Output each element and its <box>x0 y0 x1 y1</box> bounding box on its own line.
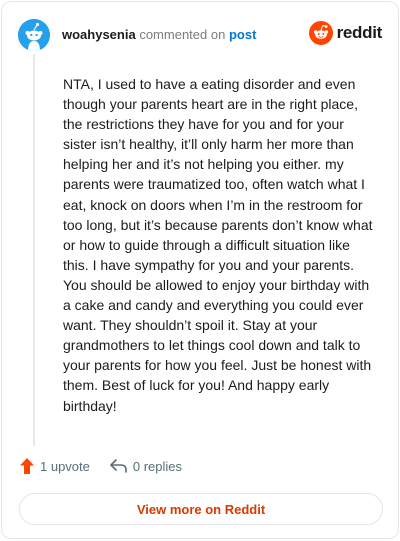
reply-button[interactable]: 0 replies <box>110 459 182 474</box>
comment-embed-card: woahysenia commented on post reddit NTA,… <box>1 1 399 539</box>
upvote-button[interactable]: 1 upvote <box>20 458 90 474</box>
comment-actions: 1 upvote 0 replies <box>20 458 202 474</box>
upvote-count: 1 upvote <box>40 458 90 474</box>
post-link[interactable]: post <box>229 27 256 42</box>
snoo-avatar-icon[interactable] <box>18 19 50 51</box>
brand-name: reddit <box>336 23 383 42</box>
reddit-brand[interactable]: reddit <box>308 21 383 45</box>
comment-header: woahysenia commented on post reddit <box>18 18 382 52</box>
action-text: commented on <box>139 27 226 42</box>
reddit-logo-icon <box>308 21 333 45</box>
upvote-arrow-icon <box>20 458 34 474</box>
view-more-button[interactable]: View more on Reddit <box>19 493 383 525</box>
reply-count: 0 replies <box>132 458 183 474</box>
reply-arrow-icon <box>110 459 127 473</box>
username[interactable]: woahysenia <box>62 27 136 42</box>
comment-meta: woahysenia commented on post <box>62 27 256 43</box>
thread-line <box>33 54 35 446</box>
comment-body: NTA, I used to have a eating disorder an… <box>63 76 373 414</box>
